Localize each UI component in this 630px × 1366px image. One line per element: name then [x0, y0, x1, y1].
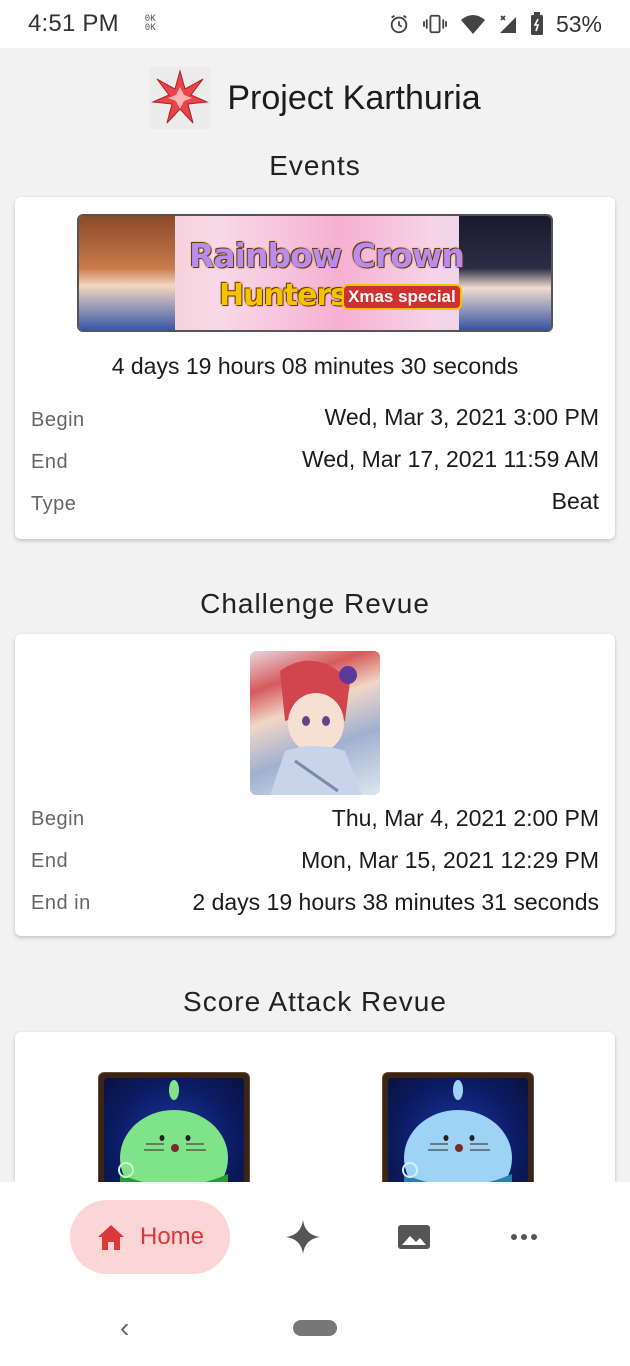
- challenge-card[interactable]: Begin Thu, Mar 4, 2021 2:00 PM End Mon, …: [15, 634, 615, 936]
- app-header: Project Karthuria: [0, 48, 630, 148]
- status-time: 4:51 PM: [28, 10, 119, 37]
- event-countdown: 4 days 19 hours 08 minutes 30 seconds: [111, 353, 519, 379]
- event-type-label: Type: [31, 493, 77, 515]
- wifi-icon: [460, 15, 485, 34]
- score-attack-boss-2[interactable]: [382, 1072, 534, 1192]
- banner-character-right: [459, 216, 551, 330]
- vibrate-icon: [423, 14, 447, 34]
- system-nav-bar: ‹: [0, 1294, 630, 1366]
- more-icon[interactable]: [510, 1232, 538, 1242]
- nav-home-button[interactable]: Home: [70, 1200, 230, 1274]
- home-gesture-pill[interactable]: [293, 1320, 337, 1336]
- challenge-endin-label: End in: [31, 892, 91, 914]
- event-begin-label: Begin: [31, 409, 85, 431]
- image-icon[interactable]: [397, 1224, 431, 1250]
- events-section-title: Events: [269, 150, 361, 181]
- score-attack-card[interactable]: [15, 1032, 615, 1202]
- banner-title-line1: Rainbow Crown: [189, 236, 465, 275]
- event-type-value: Beat: [551, 488, 599, 514]
- status-icons: 53%: [388, 11, 602, 38]
- event-card[interactable]: Rainbow Crown Hunters Xmas special 4 day…: [15, 197, 615, 539]
- banner-character-left: [79, 216, 175, 330]
- battery-percent: 53%: [555, 10, 602, 37]
- challenge-begin-label: Begin: [31, 808, 85, 830]
- event-end-value: Wed, Mar 17, 2021 11:59 AM: [301, 446, 599, 472]
- status-bar: 4:51 PM 0K 0K 53%: [0, 0, 630, 48]
- app-title: Project Karthuria: [227, 78, 481, 117]
- home-icon: [97, 1225, 124, 1250]
- bottom-nav: Home: [0, 1182, 630, 1294]
- back-chevron-icon[interactable]: ‹: [120, 1312, 129, 1344]
- alarm-icon: [390, 14, 408, 34]
- boss-2-image: [388, 1078, 528, 1186]
- signal-icon: [499, 15, 516, 33]
- event-end-label: End: [31, 451, 69, 473]
- challenge-end-label: End: [31, 850, 69, 872]
- challenge-end-value: Mon, Mar 15, 2021 12:29 PM: [301, 847, 599, 873]
- challenge-portrait[interactable]: [250, 651, 380, 795]
- banner-title-line2: Hunters: [219, 278, 348, 313]
- seal-mascot-blue-image: [402, 1080, 512, 1186]
- app-logo: [149, 67, 212, 129]
- score-attack-boss-1[interactable]: [98, 1072, 250, 1192]
- event-begin-value: Wed, Mar 3, 2021 3:00 PM: [324, 404, 599, 430]
- event-banner[interactable]: Rainbow Crown Hunters Xmas special: [77, 214, 553, 332]
- character-portrait-image: [270, 660, 362, 795]
- screen: 4:51 PM 0K 0K 53% Project Karthuria Even…: [0, 0, 630, 1366]
- sparkle-icon[interactable]: [285, 1219, 321, 1255]
- challenge-endin-value: 2 days 19 hours 38 minutes 31 seconds: [192, 889, 599, 915]
- boss-1-image: [104, 1078, 244, 1186]
- seal-mascot-green-image: [118, 1080, 228, 1186]
- battery-icon: [530, 12, 543, 35]
- star-burst-icon: [151, 69, 210, 124]
- challenge-section-title: Challenge Revue: [200, 588, 430, 619]
- score-attack-section-title: Score Attack Revue: [183, 986, 447, 1017]
- challenge-begin-value: Thu, Mar 4, 2021 2:00 PM: [331, 805, 599, 831]
- banner-badge: Xmas special: [342, 284, 462, 310]
- ok-glyph-icon: 0K 0K: [144, 14, 156, 33]
- nav-home-label: Home: [139, 1223, 205, 1250]
